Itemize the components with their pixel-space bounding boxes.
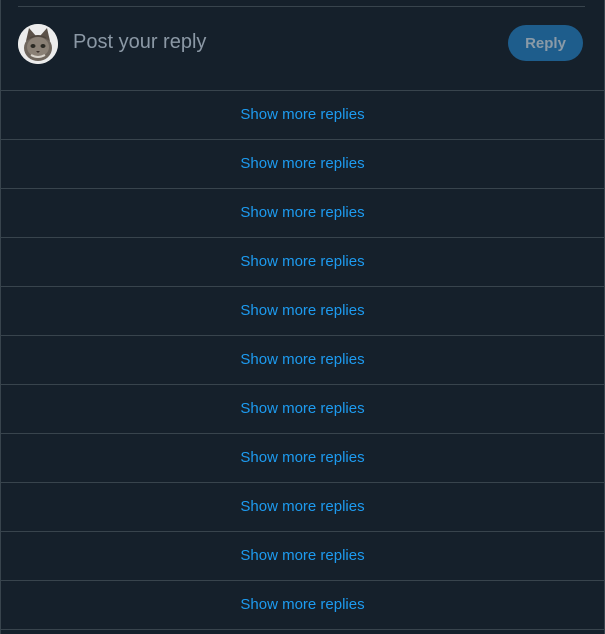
show-more-replies-row[interactable]: Show more replies: [1, 483, 604, 532]
show-more-replies-link[interactable]: Show more replies: [240, 252, 364, 272]
show-more-replies-row[interactable]: Show more replies: [1, 581, 604, 630]
show-more-replies-row[interactable]: Show more replies: [1, 140, 604, 189]
show-more-replies-link[interactable]: Show more replies: [240, 595, 364, 615]
show-more-replies-link[interactable]: Show more replies: [240, 497, 364, 517]
show-more-replies-link[interactable]: Show more replies: [240, 105, 364, 125]
show-more-replies-row[interactable]: Show more replies: [1, 434, 604, 483]
show-more-replies-row[interactable]: Show more replies: [1, 91, 604, 140]
show-more-replies-link[interactable]: Show more replies: [240, 546, 364, 566]
show-more-replies-link[interactable]: Show more replies: [240, 448, 364, 468]
show-more-replies-link[interactable]: Show more replies: [240, 399, 364, 419]
show-more-replies-link[interactable]: Show more replies: [240, 154, 364, 174]
show-more-replies-row[interactable]: Show more replies: [1, 189, 604, 238]
show-more-replies-link[interactable]: Show more replies: [240, 203, 364, 223]
show-more-replies-link[interactable]: Show more replies: [240, 350, 364, 370]
reply-input[interactable]: Post your reply: [73, 30, 206, 54]
show-more-replies-row[interactable]: Show more replies: [1, 238, 604, 287]
show-more-replies-row[interactable]: Show more replies: [1, 532, 604, 581]
show-more-replies-link[interactable]: Show more replies: [240, 301, 364, 321]
reply-composer: Post your reply Reply: [1, 7, 604, 91]
reply-thread-panel: Post your reply Reply Show more replies …: [0, 0, 605, 634]
cat-avatar-icon: [18, 24, 58, 64]
user-avatar[interactable]: [18, 24, 58, 64]
show-more-replies-row[interactable]: Show more replies: [1, 385, 604, 434]
show-more-replies-row[interactable]: Show more replies: [1, 336, 604, 385]
reply-button[interactable]: Reply: [508, 25, 583, 61]
show-more-replies-list: Show more replies Show more replies Show…: [1, 91, 604, 630]
show-more-replies-row[interactable]: Show more replies: [1, 287, 604, 336]
